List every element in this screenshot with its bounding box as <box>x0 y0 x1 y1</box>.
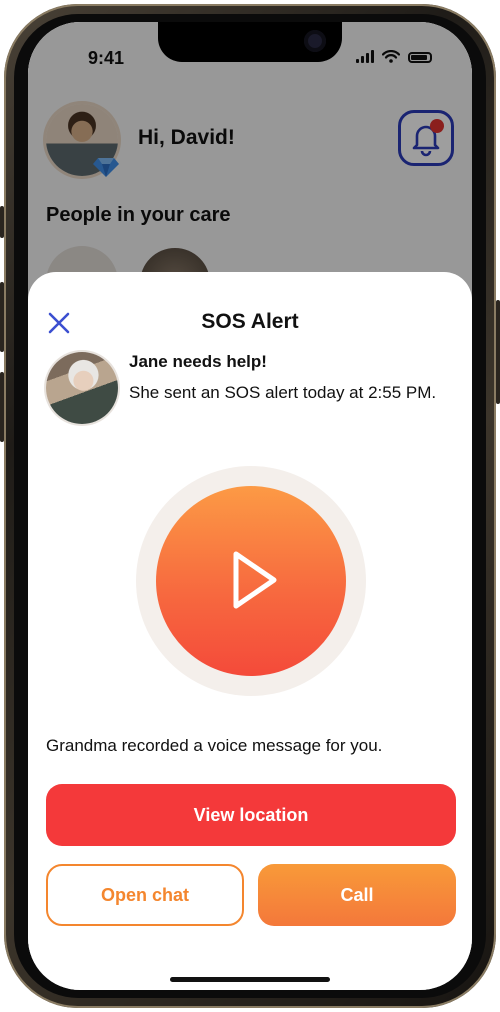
sheet-title: SOS Alert <box>201 310 299 333</box>
alert-heading: Jane needs help! <box>129 352 267 371</box>
home-indicator[interactable] <box>170 977 330 982</box>
jane-avatar <box>46 352 118 424</box>
view-location-button[interactable]: View location <box>46 784 456 846</box>
silent-switch <box>0 206 4 238</box>
phone-screen: 9:41 Hi, David! People in your care SOS … <box>28 22 472 990</box>
play-voice-message-button[interactable] <box>156 486 346 676</box>
volume-up-button <box>0 282 4 352</box>
voice-message-text: Grandma recorded a voice message for you… <box>46 736 383 755</box>
call-button[interactable]: Call <box>258 864 456 926</box>
alert-message: She sent an SOS alert today at 2:55 PM. <box>129 383 437 402</box>
sos-alert-sheet: SOS Alert Jane needs help! She sent an S… <box>28 272 472 990</box>
volume-down-button <box>0 372 4 442</box>
notch <box>158 22 342 62</box>
open-chat-button[interactable]: Open chat <box>46 864 244 926</box>
front-camera <box>304 30 326 52</box>
play-icon <box>233 551 277 609</box>
power-button <box>496 300 500 404</box>
